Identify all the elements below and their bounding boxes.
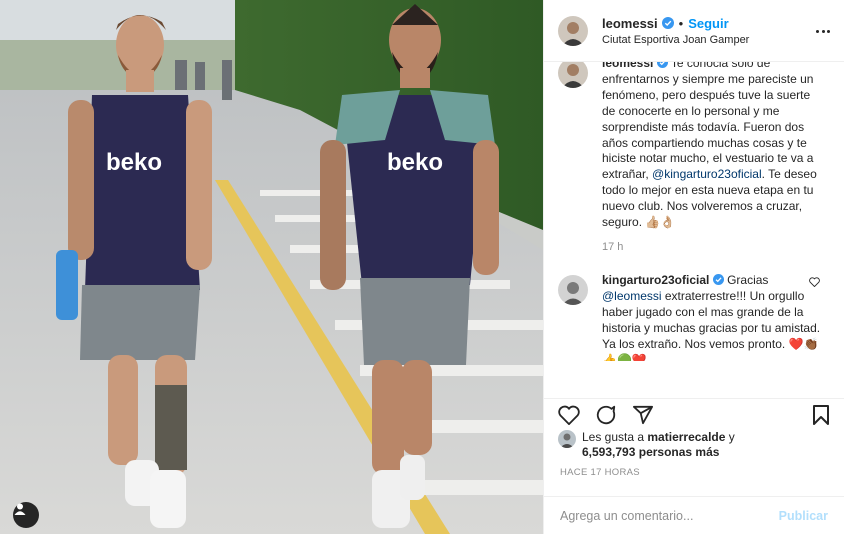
like-heart-icon[interactable]	[558, 405, 580, 425]
post-header: leomessi • Seguir Ciutat Esportiva Joan …	[544, 0, 844, 62]
reply-mention-link[interactable]: @leomessi	[602, 289, 662, 303]
caption-time[interactable]: 17 h	[602, 240, 822, 256]
tagged-user-icon[interactable]	[13, 502, 39, 528]
jersey-text-left: beko	[106, 149, 162, 176]
action-bar	[544, 398, 844, 430]
reply-text-start: Gracias	[727, 272, 769, 287]
comment-input[interactable]: Agrega un comentario...	[560, 509, 779, 523]
comments-list[interactable]: leomessi Te conocia sólo de enfrentarnos…	[544, 62, 844, 398]
post-timestamp[interactable]: HACE 17 HORAS	[544, 464, 844, 496]
publish-button[interactable]: Publicar	[779, 509, 828, 523]
caption-emoji: 👍🏼👌🏼	[645, 215, 676, 230]
instagram-post: beko beko leomessi • Seguir Ciutat Espor…	[0, 0, 844, 534]
liker-username[interactable]: matierrecalde	[647, 430, 725, 444]
caption-mention-link[interactable]: @kingarturo23oficial	[652, 167, 762, 181]
separator-dot: •	[678, 15, 684, 31]
comment-icon[interactable]	[595, 404, 617, 426]
reply-extra-emoji: 👍🟢❤️	[602, 353, 647, 362]
liker-avatar[interactable]	[558, 430, 576, 448]
reply-comment: kingarturo23oficial Gracias @leomessi ex…	[558, 272, 844, 362]
author-avatar[interactable]	[558, 15, 588, 46]
reply-avatar[interactable]	[558, 274, 588, 305]
add-comment-bar: Agrega un comentario... Publicar	[544, 496, 844, 534]
bookmark-icon[interactable]	[812, 404, 830, 426]
caption-comment: leomessi Te conocia sólo de enfrentarnos…	[558, 62, 844, 256]
reply-emoji: ❤️👏🏾	[788, 336, 819, 351]
jersey-text-right: beko	[387, 149, 443, 176]
likes-suffix[interactable]: personas más	[639, 445, 720, 459]
like-comment-heart-icon[interactable]	[809, 277, 820, 287]
location-link[interactable]: Ciutat Esportiva Joan Gamper	[602, 34, 749, 46]
verified-badge-icon	[656, 62, 668, 68]
photo-illustration: beko beko	[0, 0, 543, 534]
caption-avatar[interactable]	[558, 62, 588, 88]
author-username[interactable]: leomessi	[602, 16, 658, 31]
likes-prefix: Les gusta a	[582, 430, 645, 444]
likes-summary: Les gusta a matierrecalde y 6,593,793 pe…	[544, 430, 844, 464]
caption-text: Te conocia sólo de enfrentarnos y siempr…	[602, 62, 814, 182]
verified-badge-icon	[661, 17, 674, 29]
share-icon[interactable]	[632, 405, 654, 425]
caption-username[interactable]: leomessi	[602, 62, 653, 70]
likes-count[interactable]: 6,593,793	[582, 445, 635, 459]
likes-conj: y	[728, 430, 735, 444]
verified-badge-icon	[712, 273, 724, 285]
post-sidebar: leomessi • Seguir Ciutat Esportiva Joan …	[543, 0, 844, 534]
follow-button[interactable]: Seguir	[688, 16, 728, 31]
reply-username[interactable]: kingarturo23oficial	[602, 273, 709, 287]
post-photo[interactable]: beko beko	[0, 0, 543, 534]
more-options-icon[interactable]	[816, 24, 830, 38]
